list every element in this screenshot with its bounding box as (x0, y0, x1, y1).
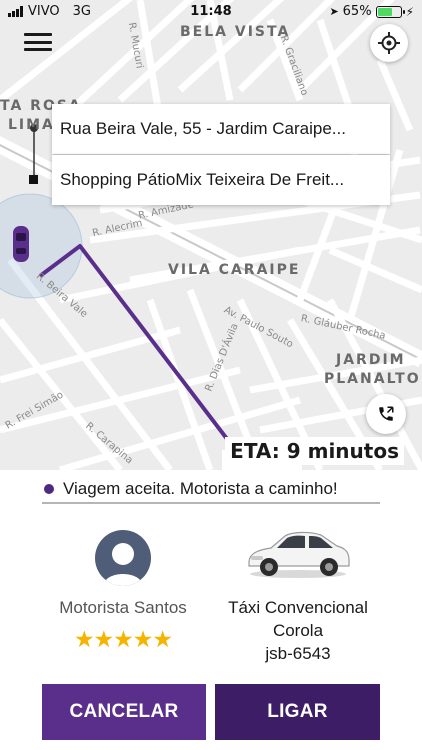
location-arrow-icon: ➤ (329, 5, 338, 18)
origin-address-text: Rua Beira Vale, 55 - Jardim Caraipe... (60, 119, 346, 139)
battery-icon (376, 6, 402, 18)
eta-label: ETA: 9 minutos (225, 437, 404, 465)
trip-status: Viagem aceita. Motorista a caminho! (42, 476, 380, 504)
driver-name: Motorista Santos (48, 598, 198, 618)
call-button[interactable]: LIGAR (215, 684, 380, 740)
destination-address[interactable]: Shopping PátioMix Teixeira De Freit... (52, 155, 390, 205)
battery-percent: 65% (343, 4, 372, 19)
destination-address-text: Shopping PátioMix Teixeira De Freit... (60, 170, 344, 190)
avatar-icon (95, 530, 151, 586)
origin-address[interactable]: Rua Beira Vale, 55 - Jardim Caraipe... (52, 104, 390, 154)
locate-button[interactable] (370, 24, 408, 62)
cancel-button[interactable]: CANCELAR (42, 684, 206, 740)
star-rating: ★★★★★ (48, 626, 198, 653)
menu-icon[interactable] (24, 30, 52, 54)
vehicle-model: Corola (216, 621, 380, 641)
vehicle-plate: jsb-6543 (216, 644, 380, 664)
vehicle-info: Táxi Convencional Corola jsb-6543 (216, 522, 380, 664)
status-dot-icon (44, 484, 54, 494)
vehicle-type: Táxi Convencional (216, 598, 380, 618)
driver-info: Motorista Santos ★★★★★ (48, 530, 198, 653)
status-bar: VIVO 3G 11:48 ➤ 65% ⚡ (0, 0, 422, 24)
phone-icon (377, 405, 395, 423)
locate-icon (378, 32, 400, 54)
charging-icon: ⚡ (406, 5, 414, 19)
phone-button[interactable] (366, 394, 406, 434)
car-marker-icon (10, 224, 32, 264)
trip-status-text: Viagem aceita. Motorista a caminho! (63, 479, 338, 499)
car-image (243, 522, 353, 582)
avatar (95, 530, 151, 586)
map-view[interactable]: BELA VISTA TA ROSA LIMA VILA CARAIPE JAR… (0, 0, 422, 470)
